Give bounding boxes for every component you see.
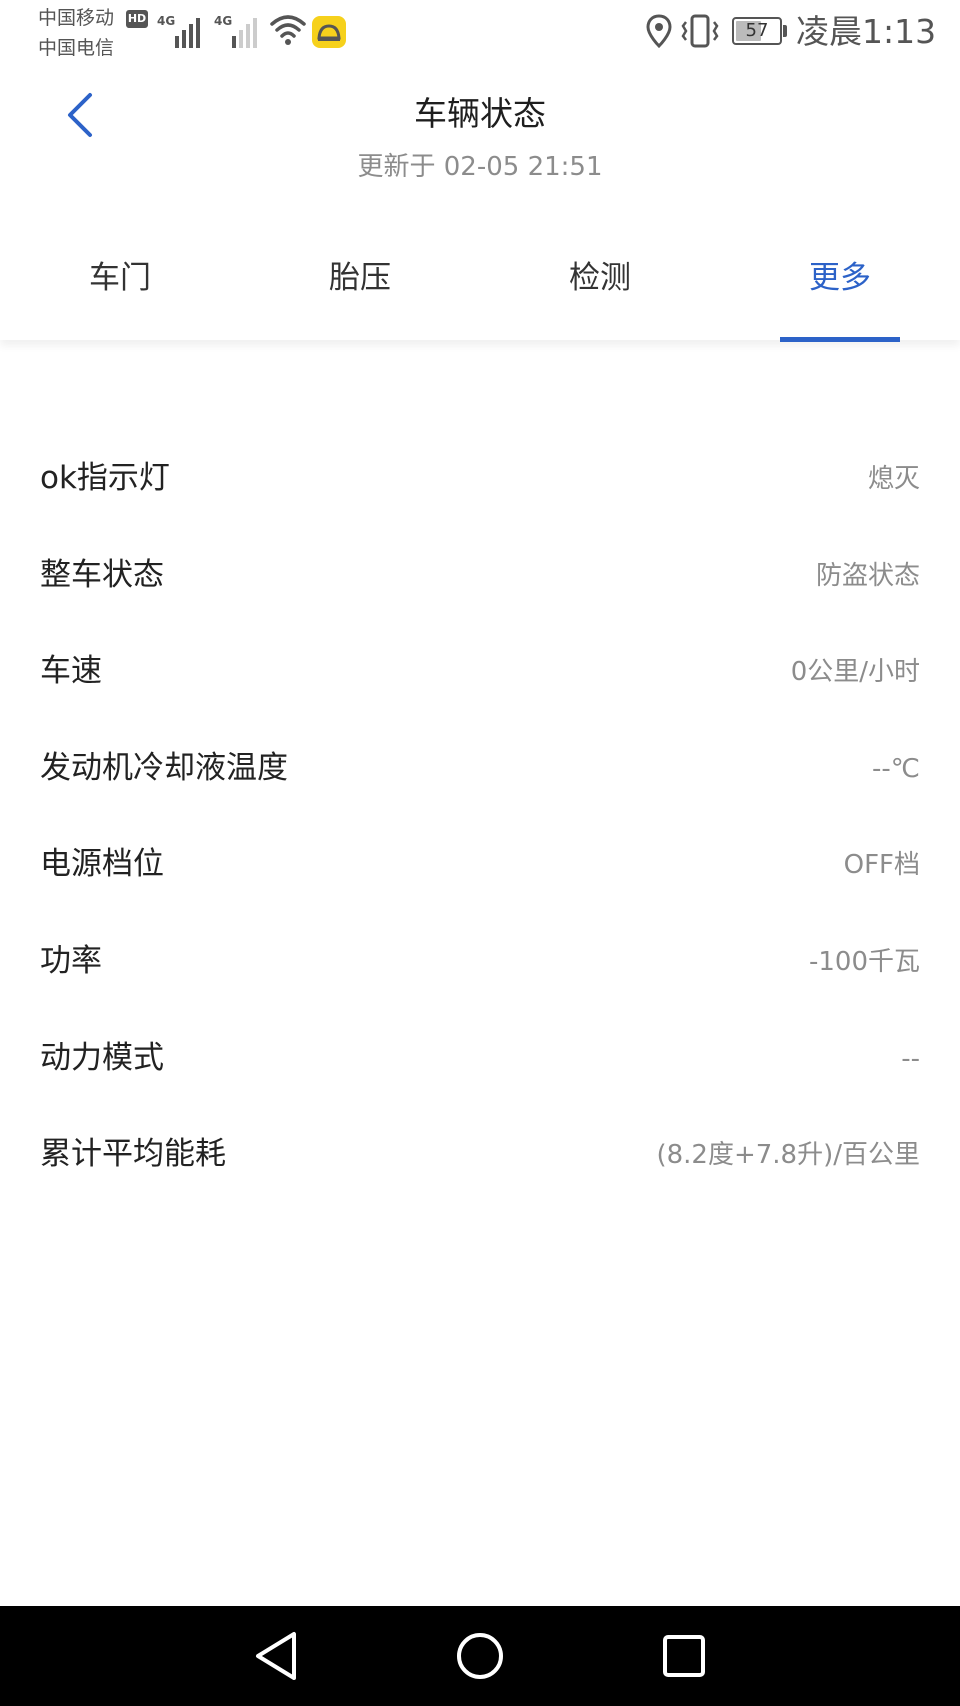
status-label: 车速 [40, 653, 102, 690]
status-value: (8.2度+7.8升)/百公里 [656, 1140, 920, 1171]
signal-icon: 4G [157, 12, 207, 48]
carrier-1-label: 中国移动 [38, 7, 115, 29]
status-time: 凌晨1:13 [796, 12, 937, 51]
tab-inspection[interactable]: 检测 [480, 240, 720, 340]
vehicle-status-list: ok指示灯 熄灭 整车状态 防盗状态 车速 0公里/小时 发动机冷却液温度 --… [0, 433, 960, 1206]
list-item: 电源档位 OFF档 [0, 819, 960, 916]
tab-doors[interactable]: 车门 [0, 240, 240, 340]
list-item: 累计平均能耗 (8.2度+7.8升)/百公里 [0, 1109, 960, 1206]
status-value: 熄灭 [867, 464, 920, 494]
status-label: ok指示灯 [40, 460, 170, 496]
wifi-icon [270, 15, 306, 45]
list-item: 整车状态 防盗状态 [0, 530, 960, 627]
nav-recent-icon[interactable] [648, 1620, 720, 1692]
tab-tire-pressure[interactable]: 胎压 [240, 240, 480, 340]
signal-icon: 4G [214, 12, 264, 48]
status-value: OFF档 [843, 850, 920, 881]
location-icon [646, 14, 672, 48]
tab-bar: 车门 胎压 检测 更多 [0, 240, 960, 340]
battery-tip [783, 25, 787, 37]
nav-back-icon[interactable] [240, 1620, 312, 1692]
tab-more[interactable]: 更多 [720, 240, 960, 340]
hd-icon: HD [126, 10, 148, 28]
list-item: 发动机冷却液温度 --℃ [0, 723, 960, 820]
list-item: 车速 0公里/小时 [0, 626, 960, 723]
car-app-icon [312, 16, 346, 48]
status-label: 发动机冷却液温度 [40, 749, 288, 786]
battery-level: 57 [745, 20, 769, 41]
vibrate-icon [681, 14, 719, 48]
status-value: 防盗状态 [815, 560, 920, 591]
nav-home-icon[interactable] [444, 1620, 516, 1692]
status-label: 累计平均能耗 [40, 1136, 226, 1173]
status-label: 电源档位 [40, 846, 164, 883]
navigation-bar [0, 1606, 960, 1706]
status-label: 动力模式 [40, 1039, 164, 1076]
page-title: 车辆状态 [414, 94, 546, 133]
status-value: --℃ [872, 753, 920, 784]
battery-icon: 57 [732, 17, 782, 45]
status-value: 0公里/小时 [790, 657, 920, 688]
list-item: 动力模式 -- [0, 1013, 960, 1110]
update-time: 更新于 02-05 21:51 [357, 152, 603, 182]
status-label: 整车状态 [40, 556, 164, 593]
status-label: 功率 [40, 942, 102, 979]
list-item: ok指示灯 熄灭 [0, 433, 960, 530]
carrier-2-label: 中国电信 [38, 37, 115, 59]
active-tab-indicator [780, 337, 900, 342]
list-item: 功率 -100千瓦 [0, 916, 960, 1013]
status-value: -- [901, 1043, 920, 1074]
status-bar: 中国移动 中国电信 HD 4G 4G 57 凌晨1:13 [0, 0, 960, 70]
status-value: -100千瓦 [808, 946, 920, 977]
